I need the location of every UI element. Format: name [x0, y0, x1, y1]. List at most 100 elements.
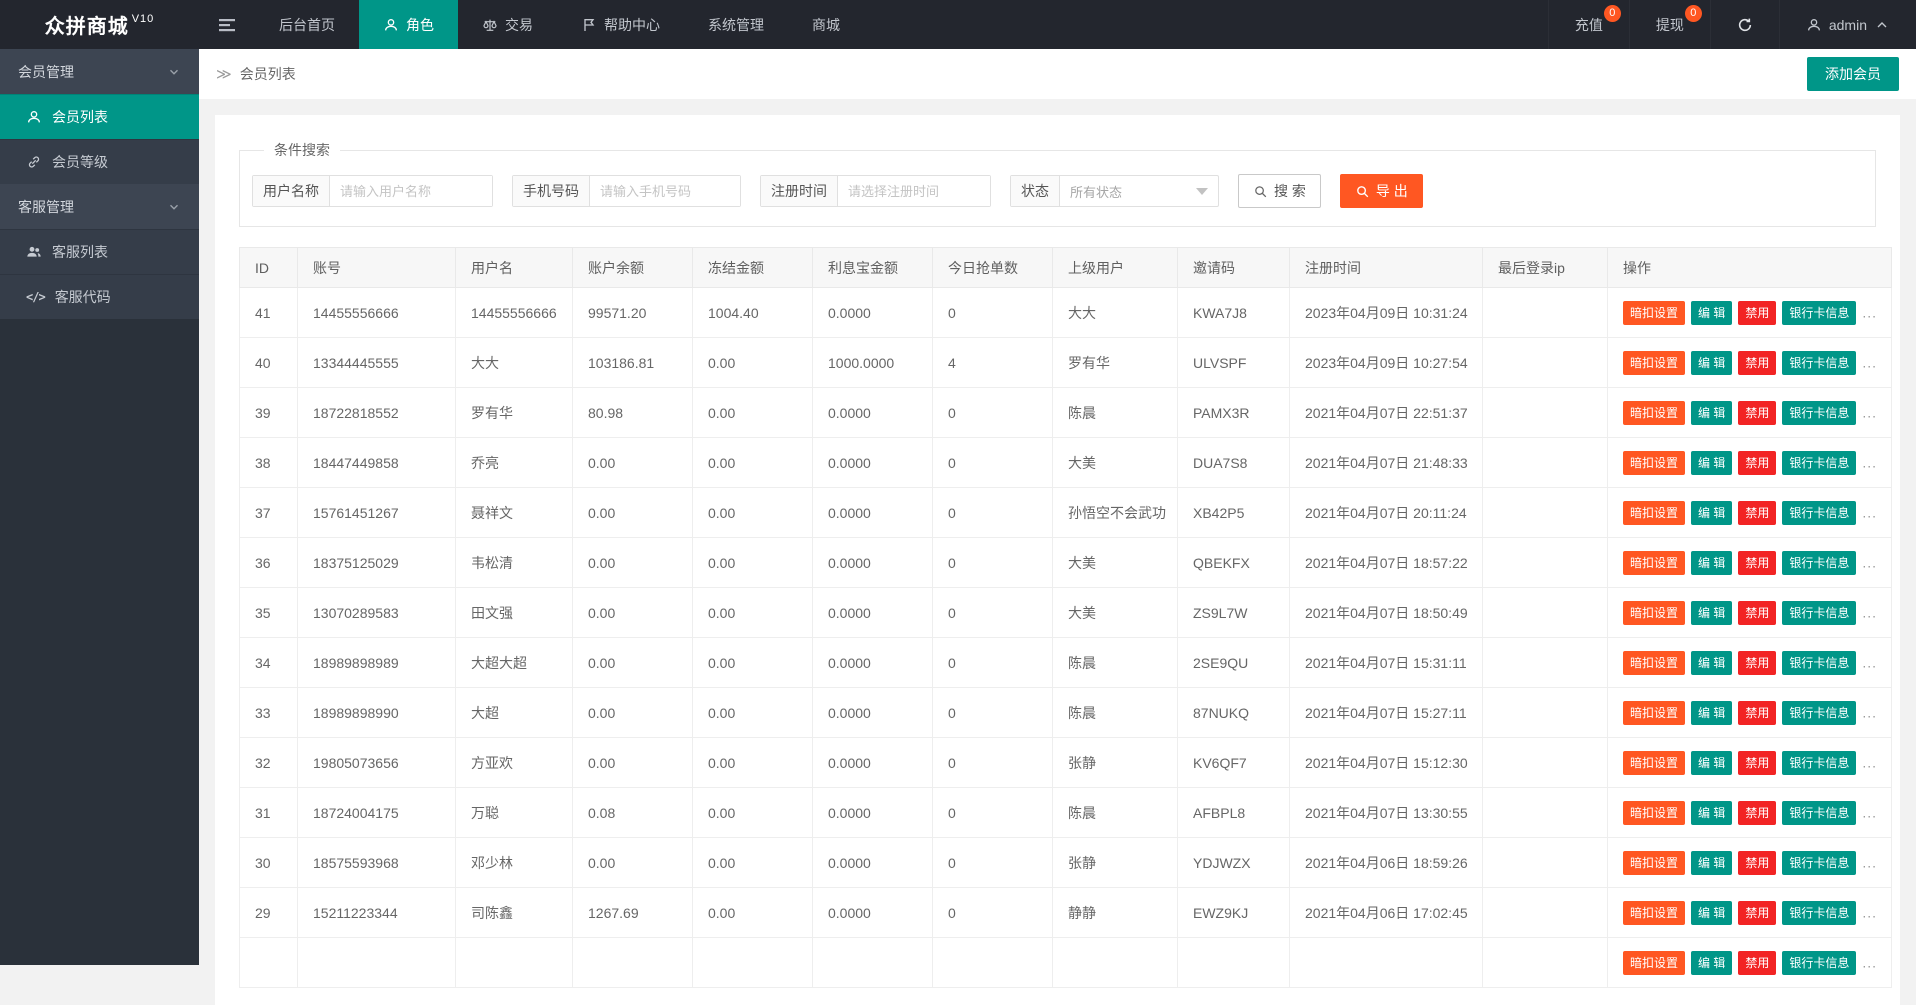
sidebar-group-member-mgmt[interactable]: 会员管理: [0, 49, 199, 94]
cell-reg-time: 2021年04月07日 15:31:11: [1290, 638, 1483, 688]
hidden-deduct-button[interactable]: 暗扣设置: [1623, 501, 1685, 525]
search-button[interactable]: 搜 索: [1238, 174, 1321, 208]
hidden-deduct-button[interactable]: 暗扣设置: [1623, 651, 1685, 675]
users-icon: [26, 244, 42, 260]
edit-button[interactable]: 编 辑: [1691, 651, 1732, 675]
bank-card-button[interactable]: 银行卡信息: [1782, 701, 1856, 725]
table-row: 3118724004175万聪0.080.000.00000陈晨AFBPL820…: [240, 788, 1892, 838]
sidebar-item-member-list[interactable]: 会员列表: [0, 94, 199, 139]
disable-button[interactable]: 禁用: [1738, 401, 1776, 425]
bank-card-button[interactable]: 银行卡信息: [1782, 551, 1856, 575]
edit-button[interactable]: 编 辑: [1691, 801, 1732, 825]
sidebar-item-service-code[interactable]: </> 客服代码: [0, 274, 199, 319]
withdraw-button[interactable]: 提现 0: [1629, 0, 1710, 49]
disable-button[interactable]: 禁用: [1738, 451, 1776, 475]
nav-item-trade[interactable]: 交易: [458, 0, 557, 49]
bank-card-button[interactable]: 银行卡信息: [1782, 401, 1856, 425]
bank-card-button[interactable]: 银行卡信息: [1782, 651, 1856, 675]
nav-item-help-center[interactable]: 帮助中心: [557, 0, 684, 49]
regtime-input[interactable]: [838, 176, 990, 206]
bank-card-button[interactable]: 银行卡信息: [1782, 501, 1856, 525]
edit-button[interactable]: 编 辑: [1691, 401, 1732, 425]
cell-frozen: 0.00: [693, 888, 813, 938]
app-version: V10: [132, 13, 155, 25]
disable-button[interactable]: 禁用: [1738, 551, 1776, 575]
disable-button[interactable]: 禁用: [1738, 951, 1776, 975]
edit-button[interactable]: 编 辑: [1691, 551, 1732, 575]
sidebar-group-service-mgmt[interactable]: 客服管理: [0, 184, 199, 229]
edit-button[interactable]: 编 辑: [1691, 301, 1732, 325]
hidden-deduct-button[interactable]: 暗扣设置: [1623, 951, 1685, 975]
bank-card-button[interactable]: 银行卡信息: [1782, 351, 1856, 375]
edit-button[interactable]: 编 辑: [1691, 751, 1732, 775]
bank-card-button[interactable]: 银行卡信息: [1782, 451, 1856, 475]
cell-invite-code: ULVSPF: [1178, 338, 1290, 388]
hidden-deduct-button[interactable]: 暗扣设置: [1623, 401, 1685, 425]
disable-button[interactable]: 禁用: [1738, 851, 1776, 875]
hidden-deduct-button[interactable]: 暗扣设置: [1623, 751, 1685, 775]
edit-button[interactable]: 编 辑: [1691, 451, 1732, 475]
disable-button[interactable]: 禁用: [1738, 301, 1776, 325]
edit-button[interactable]: 编 辑: [1691, 901, 1732, 925]
cell-interest: 0.0000: [813, 538, 933, 588]
status-select[interactable]: 所有状态: [1060, 176, 1218, 206]
menu-collapse-icon[interactable]: [199, 0, 255, 49]
edit-button[interactable]: 编 辑: [1691, 351, 1732, 375]
add-member-button[interactable]: 添加会员: [1807, 57, 1899, 91]
sidebar-item-service-list[interactable]: 客服列表: [0, 229, 199, 274]
disable-button[interactable]: 禁用: [1738, 601, 1776, 625]
bank-card-button[interactable]: 银行卡信息: [1782, 751, 1856, 775]
cell-invite-code: 87NUKQ: [1178, 688, 1290, 738]
cell-frozen: 0.00: [693, 738, 813, 788]
hidden-deduct-button[interactable]: 暗扣设置: [1623, 601, 1685, 625]
hidden-deduct-button[interactable]: 暗扣设置: [1623, 701, 1685, 725]
username-input[interactable]: [330, 176, 492, 206]
disable-button[interactable]: 禁用: [1738, 901, 1776, 925]
bank-card-button[interactable]: 银行卡信息: [1782, 851, 1856, 875]
edit-button[interactable]: 编 辑: [1691, 701, 1732, 725]
col-header-frozen: 冻结金额: [693, 248, 813, 288]
search-button-label: 搜 索: [1274, 181, 1306, 201]
nav-item-mall[interactable]: 商城: [788, 0, 864, 49]
cell-frozen: 0.00: [693, 788, 813, 838]
disable-button[interactable]: 禁用: [1738, 801, 1776, 825]
withdraw-label: 提现: [1656, 15, 1684, 35]
hidden-deduct-button[interactable]: 暗扣设置: [1623, 451, 1685, 475]
disable-button[interactable]: 禁用: [1738, 501, 1776, 525]
recharge-button[interactable]: 充值 0: [1548, 0, 1629, 49]
hidden-deduct-button[interactable]: 暗扣设置: [1623, 301, 1685, 325]
regtime-filter: 注册时间: [760, 175, 991, 207]
bank-card-button[interactable]: 银行卡信息: [1782, 951, 1856, 975]
edit-button[interactable]: 编 辑: [1691, 501, 1732, 525]
user-menu[interactable]: admin: [1779, 0, 1916, 49]
nav-item-dashboard[interactable]: 后台首页: [255, 0, 359, 49]
export-button[interactable]: 导 出: [1340, 174, 1423, 208]
bank-card-button[interactable]: 银行卡信息: [1782, 901, 1856, 925]
disable-button[interactable]: 禁用: [1738, 751, 1776, 775]
bank-card-button[interactable]: 银行卡信息: [1782, 801, 1856, 825]
nav-item-system[interactable]: 系统管理: [684, 0, 788, 49]
hidden-deduct-button[interactable]: 暗扣设置: [1623, 901, 1685, 925]
sidebar-item-member-level[interactable]: 会员等级: [0, 139, 199, 184]
bank-card-button[interactable]: 银行卡信息: [1782, 301, 1856, 325]
disable-button[interactable]: 禁用: [1738, 351, 1776, 375]
hidden-deduct-button[interactable]: 暗扣设置: [1623, 551, 1685, 575]
edit-button[interactable]: 编 辑: [1691, 601, 1732, 625]
edit-button[interactable]: 编 辑: [1691, 951, 1732, 975]
cell-reg-time: [1290, 938, 1483, 988]
disable-button[interactable]: 禁用: [1738, 701, 1776, 725]
hidden-deduct-button[interactable]: 暗扣设置: [1623, 351, 1685, 375]
hidden-deduct-button[interactable]: 暗扣设置: [1623, 851, 1685, 875]
edit-button[interactable]: 编 辑: [1691, 851, 1732, 875]
cell-id: 34: [240, 638, 298, 688]
phone-input[interactable]: [590, 176, 740, 206]
disable-button[interactable]: 禁用: [1738, 651, 1776, 675]
hidden-deduct-button[interactable]: 暗扣设置: [1623, 801, 1685, 825]
cell-last-ip: [1483, 888, 1608, 938]
cell-reg-time: 2023年04月09日 10:31:24: [1290, 288, 1483, 338]
nav-item-roles[interactable]: 角色: [359, 0, 458, 49]
bank-card-button[interactable]: 银行卡信息: [1782, 601, 1856, 625]
cell-reg-time: 2021年04月06日 18:59:26: [1290, 838, 1483, 888]
cell-balance: 0.00: [573, 838, 693, 888]
refresh-button[interactable]: [1710, 0, 1779, 49]
